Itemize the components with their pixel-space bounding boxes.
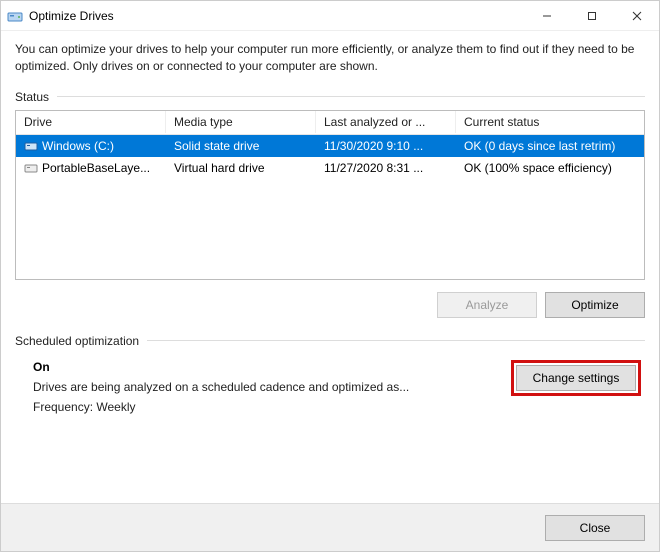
analyze-button[interactable]: Analyze: [437, 292, 537, 318]
scheduled-frequency: Frequency: Weekly: [33, 400, 511, 414]
status-group-header: Status: [15, 90, 645, 104]
status-buttons: Analyze Optimize: [15, 280, 645, 334]
change-settings-button[interactable]: Change settings: [516, 365, 636, 391]
drive-status: OK (100% space efficiency): [456, 158, 644, 178]
maximize-button[interactable]: [569, 1, 614, 31]
drive-icon: [24, 161, 38, 175]
drive-last: 11/30/2020 9:10 ...: [316, 136, 456, 156]
minimize-button[interactable]: [524, 1, 569, 31]
drives-list[interactable]: Drive Media type Last analyzed or ... Cu…: [15, 110, 645, 280]
titlebar: Optimize Drives: [1, 1, 659, 31]
scheduled-state: On: [33, 360, 511, 374]
close-button[interactable]: [614, 1, 659, 31]
table-row[interactable]: PortableBaseLaye... Virtual hard drive 1…: [16, 157, 644, 179]
drive-media: Virtual hard drive: [166, 158, 316, 178]
drive-name: PortableBaseLaye...: [42, 161, 150, 175]
window-title: Optimize Drives: [29, 9, 114, 23]
scheduled-group-header: Scheduled optimization: [15, 334, 645, 348]
col-header-last[interactable]: Last analyzed or ...: [316, 111, 456, 133]
change-settings-highlight: Change settings: [511, 360, 641, 396]
intro-text: You can optimize your drives to help you…: [15, 41, 645, 76]
status-label: Status: [15, 90, 49, 104]
table-row[interactable]: Windows (C:) Solid state drive 11/30/202…: [16, 135, 644, 157]
footer: Close: [1, 503, 659, 551]
drive-name: Windows (C:): [42, 139, 114, 153]
scheduled-label: Scheduled optimization: [15, 334, 139, 348]
optimize-drives-window: Optimize Drives You can optimize your dr…: [0, 0, 660, 552]
app-icon: [7, 8, 23, 24]
drive-status: OK (0 days since last retrim): [456, 136, 644, 156]
scheduled-description: Drives are being analyzed on a scheduled…: [33, 380, 511, 394]
drive-icon: [24, 139, 38, 153]
optimize-button[interactable]: Optimize: [545, 292, 645, 318]
drives-header-row: Drive Media type Last analyzed or ... Cu…: [16, 111, 644, 135]
col-header-drive[interactable]: Drive: [16, 111, 166, 133]
scheduled-body: On Drives are being analyzed on a schedu…: [15, 354, 645, 420]
frequency-label: Frequency:: [33, 400, 93, 414]
close-dialog-button[interactable]: Close: [545, 515, 645, 541]
frequency-value: Weekly: [96, 400, 135, 414]
drive-last: 11/27/2020 8:31 ...: [316, 158, 456, 178]
content-area: You can optimize your drives to help you…: [1, 31, 659, 503]
col-header-status[interactable]: Current status: [456, 111, 644, 133]
col-header-media[interactable]: Media type: [166, 111, 316, 133]
drive-media: Solid state drive: [166, 136, 316, 156]
